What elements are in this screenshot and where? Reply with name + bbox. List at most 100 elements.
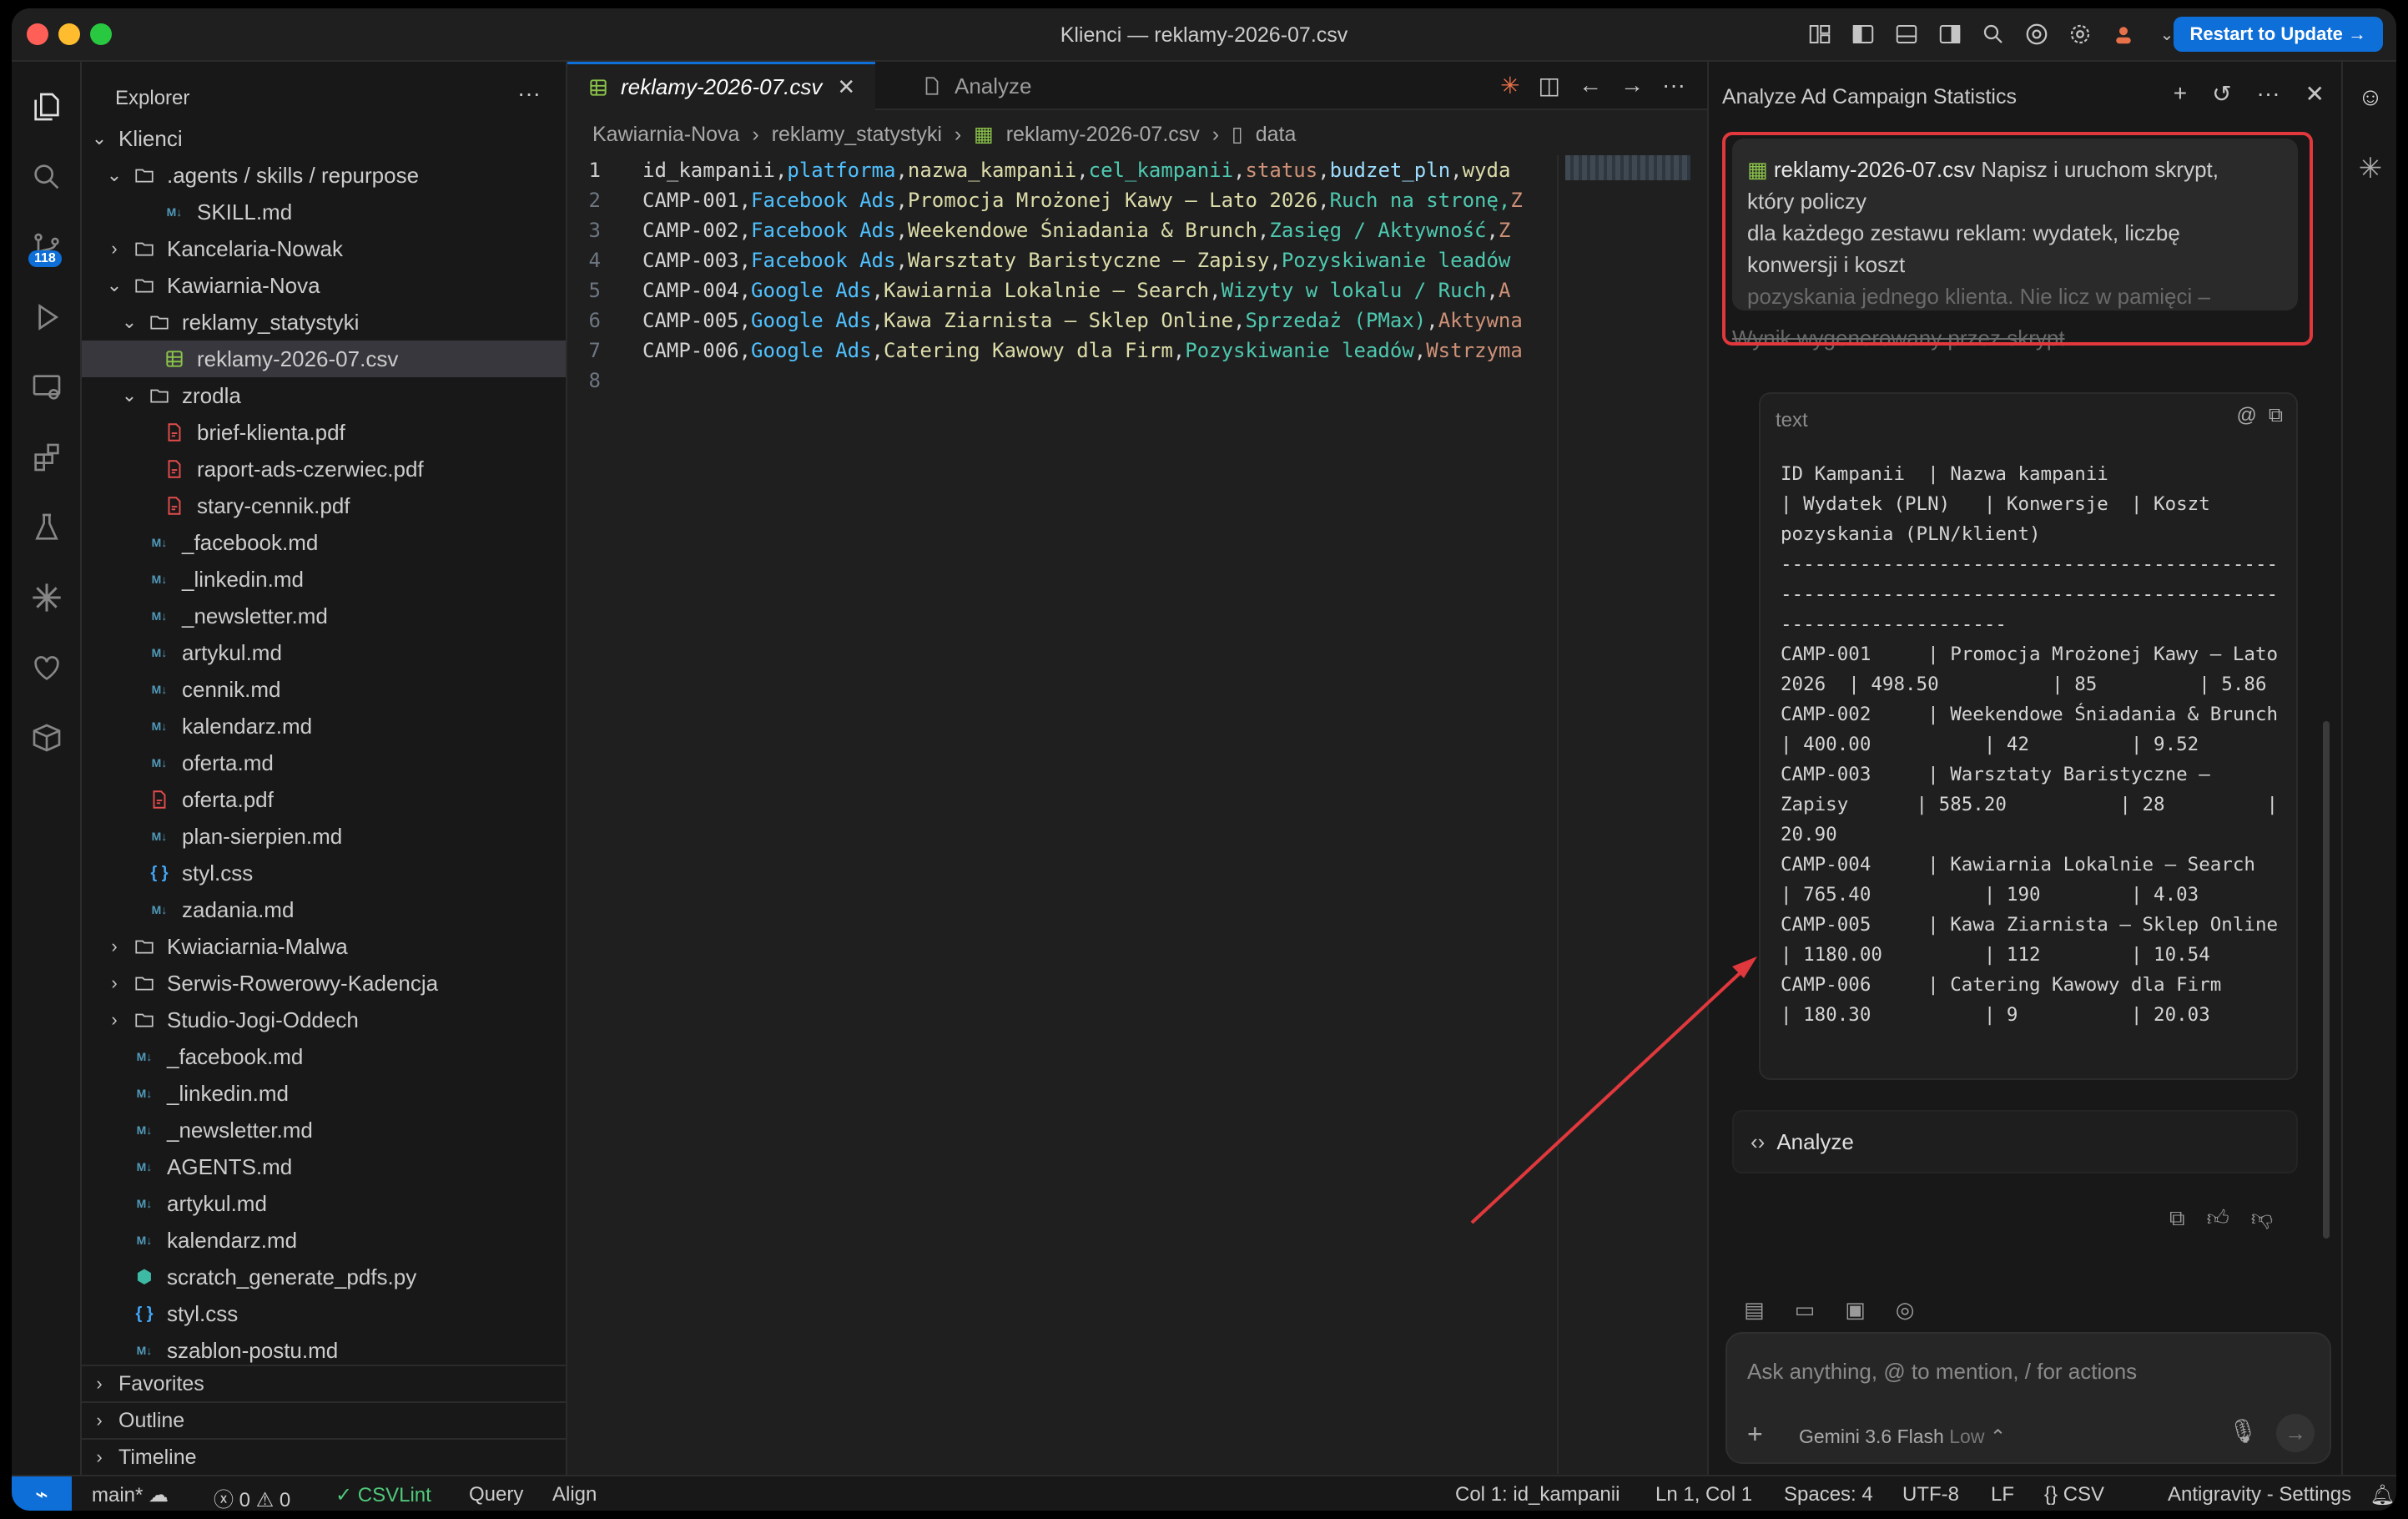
tree-file[interactable]: M↓ artykul.md [82,1185,566,1222]
breadcrumb-item[interactable]: data [1256,123,1297,146]
analyze-artifact-card[interactable]: ‹› Analyze [1732,1110,2298,1173]
agent-robot-icon[interactable]: ☺ [2355,83,2386,115]
tree-folder[interactable]: › Serwis-Rowerowy-Kadencja [82,965,566,1002]
close-tab-icon[interactable]: ✕ [837,74,855,100]
terminal-context-icon[interactable]: ▭ [1795,1297,1816,1323]
tree-file[interactable]: reklamy-2026-07.csv [82,341,566,377]
tab-analyze[interactable]: Analyze [901,62,1052,110]
send-button[interactable]: → [2276,1414,2315,1452]
tree-file[interactable]: stary-cennik.pdf [82,487,566,524]
new-chat-icon[interactable]: + [2174,80,2187,108]
section-favorites[interactable]: › Favorites [82,1365,566,1401]
more-actions-icon[interactable]: ··· [1662,72,1685,99]
copy-icon[interactable]: ⧉ [2169,1205,2185,1232]
agent-sparkle-icon[interactable]: ✳ [2355,152,2386,184]
package-icon[interactable] [23,714,70,761]
go-forward-icon[interactable]: → [1620,72,1644,99]
chat-scrollbar[interactable] [2323,721,2330,1239]
copy-icon[interactable]: ⧉ [2269,404,2283,427]
section-outline[interactable]: › Outline [82,1401,566,1438]
add-context-icon[interactable]: + [1747,1419,1763,1450]
agent-sparkle-icon[interactable]: ✳ [1500,72,1519,99]
tree-root-klienci[interactable]: ⌄ Klienci [82,120,566,157]
toggle-panel-icon[interactable] [1892,20,1921,48]
breadcrumb-item[interactable]: reklamy_statystyki [772,123,942,146]
code-line[interactable]: 6 CAMP-005, Google Ads, Kawa Ziarnista – Sk… [567,305,1548,336]
language-mode[interactable]: {} CSV [2044,1483,2104,1506]
code-line[interactable]: 8 [567,366,1548,396]
tree-folder[interactable]: ⌄ zrodla [82,377,566,414]
file-context-icon[interactable]: ▤ [1744,1297,1765,1323]
account-icon[interactable] [2109,20,2138,48]
tree-folder[interactable]: ⌄ reklamy_statystyki [82,304,566,341]
tree-file[interactable]: M↓ cennik.md [82,671,566,708]
tree-folder[interactable]: ⌄ Kawiarnia-Nova [82,267,566,304]
eol-indicator[interactable]: LF [1991,1483,2014,1506]
tree-file[interactable]: M↓ _linkedin.md [82,561,566,598]
testing-flask-icon[interactable] [23,504,70,551]
tree-file[interactable]: M↓ _facebook.md [82,524,566,561]
tree-folder[interactable]: › Kancelaria-Nowak [82,230,566,267]
browser-icon[interactable] [2023,20,2051,48]
section-timeline[interactable]: › Timeline [82,1438,566,1475]
tree-file[interactable]: { } styl.css [82,855,566,891]
tree-file[interactable]: M↓ SKILL.md [82,194,566,230]
restart-to-update-button[interactable]: Restart to Update → [2173,17,2383,52]
breadcrumb-item[interactable]: reklamy-2026-07.csv [1006,123,1200,146]
cursor-position[interactable]: Ln 1, Col 1 [1655,1483,1752,1506]
tree-file[interactable]: M↓ _newsletter.md [82,1112,566,1148]
remote-indicator-icon[interactable]: ⌁ [12,1476,72,1511]
tree-file[interactable]: M↓ _linkedin.md [82,1075,566,1112]
remote-explorer-icon[interactable] [23,364,70,411]
tree-file[interactable]: { } styl.css [82,1295,566,1332]
more-actions-icon[interactable]: ··· [2257,80,2280,108]
screen-context-icon[interactable]: ▣ [1845,1297,1866,1323]
thumbs-up-icon[interactable]: 👍︎ [2207,1205,2229,1232]
notifications-bell-icon[interactable]: 🔔︎ [2370,1483,2395,1507]
align-button[interactable]: Align [552,1483,597,1506]
tree-file[interactable]: M↓ zadania.md [82,891,566,928]
branch-indicator[interactable]: main* ☁ [92,1483,169,1507]
tree-file[interactable]: M↓ AGENTS.md [82,1148,566,1185]
breadcrumb-item[interactable]: Kawiarnia-Nova [592,123,739,146]
code-line[interactable]: 3 CAMP-002, Facebook Ads, Weekendowe Śniada… [567,215,1548,245]
settings-gear-icon[interactable] [2066,20,2094,48]
toggle-secondary-sidebar-icon[interactable] [1936,20,1964,48]
tab-reklamy-csv[interactable]: reklamy-2026-07.csv ✕ [567,62,876,110]
tree-folder[interactable]: › Studio-Jogi-Oddech [82,1002,566,1038]
code-line[interactable]: 7 CAMP-006, Google Ads, Catering Kawowy dla… [567,336,1548,366]
tree-file[interactable]: raport-ads-czerwiec.pdf [82,451,566,487]
tree-folder[interactable]: › Kwiaciarnia-Malwa [82,928,566,965]
problems-indicator[interactable]: ⓧ 0 ⚠ 0 [214,1483,290,1511]
column-indicator[interactable]: Col 1: id_kampanii [1455,1483,1620,1506]
layout-icon[interactable] [1806,20,1834,48]
model-selector[interactable]: Gemini 3.6 Flash Low ⌃ [1799,1426,2006,1448]
encoding-indicator[interactable]: UTF-8 [1902,1483,1959,1506]
tree-folder[interactable]: ⌄ .agents / skills / repurpose [82,157,566,194]
more-actions-icon[interactable]: ··· [517,80,541,107]
extensions-icon[interactable] [23,434,70,481]
browser-context-icon[interactable]: ◎ [1896,1297,1915,1323]
settings-indicator[interactable]: Antigravity - Settings [2168,1483,2351,1506]
code-line[interactable]: 5 CAMP-004, Google Ads, Kawiarnia Lokalnie … [567,275,1548,305]
csvlint-indicator[interactable]: ✓ CSVLint [335,1483,431,1507]
code-editor[interactable]: 1 id_kampanii, platforma, nazwa_kampanii, ce… [567,155,1548,1407]
tree-file[interactable]: M↓ oferta.md [82,744,566,781]
thumbs-down-icon[interactable]: 👎︎ [2251,1205,2273,1232]
search-icon[interactable] [23,154,70,200]
microphone-icon[interactable]: 🎙︎ [2228,1417,2258,1445]
indentation-indicator[interactable]: Spaces: 4 [1784,1483,1873,1506]
code-line[interactable]: 4 CAMP-003, Facebook Ads, Warsztaty Baristy… [567,245,1548,275]
search-icon[interactable] [1979,20,2008,48]
split-editor-icon[interactable]: ◫ [1539,72,1560,99]
toggle-sidebar-icon[interactable] [1849,20,1877,48]
tree-file[interactable]: M↓ _newsletter.md [82,598,566,634]
agent-sparkle-icon[interactable] [23,574,70,621]
tree-file[interactable]: M↓ szablon-postu.md [82,1332,566,1369]
close-icon[interactable]: ✕ [2305,80,2325,108]
mention-icon[interactable]: @ [2236,404,2256,427]
tree-file[interactable]: ⬢ scratch_generate_pdfs.py [82,1259,566,1295]
tree-file[interactable]: oferta.pdf [82,781,566,818]
explorer-icon[interactable] [23,83,70,130]
tree-file[interactable]: M↓ _facebook.md [82,1038,566,1075]
